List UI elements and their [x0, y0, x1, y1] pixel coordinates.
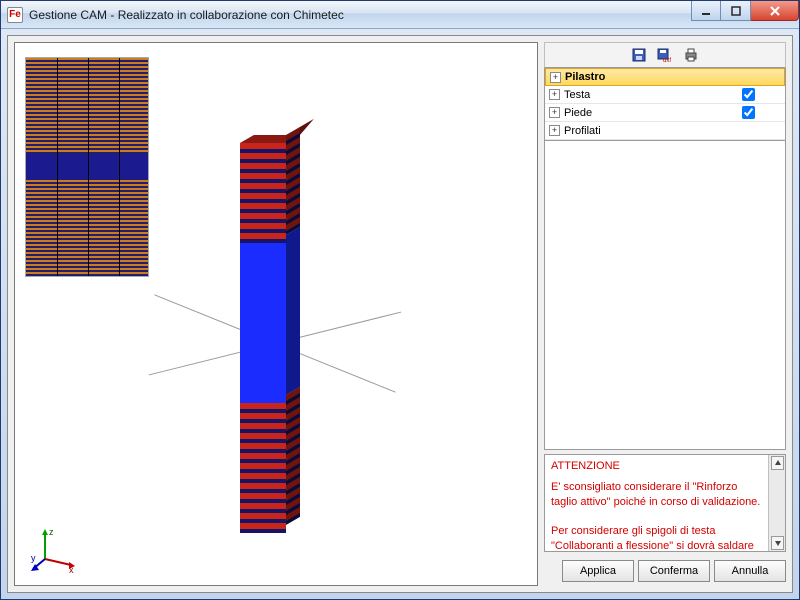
- tree-filler: [544, 141, 786, 450]
- client-area: z x y dxf: [7, 35, 793, 593]
- tree-item-testa[interactable]: + Testa: [545, 86, 785, 104]
- svg-text:dxf: dxf: [663, 58, 671, 63]
- expand-icon[interactable]: +: [549, 125, 560, 136]
- export-dxf-button[interactable]: dxf: [655, 45, 675, 65]
- tree-item-label: Piede: [564, 107, 592, 119]
- save-icon: [631, 47, 647, 63]
- save-button[interactable]: [629, 45, 649, 65]
- side-panel: dxf + Pilastro + Testa: [544, 42, 786, 586]
- window-controls: [691, 1, 799, 21]
- expand-icon[interactable]: +: [549, 89, 560, 100]
- warning-text: ATTENZIONE E' sconsigliato considerare i…: [545, 455, 768, 551]
- tree-item-label: Testa: [564, 89, 590, 101]
- viewport-3d[interactable]: z x y: [14, 42, 538, 586]
- warning-line: Per considerare gli spigoli di testa "Co…: [551, 525, 754, 551]
- tree-item-checkbox[interactable]: [742, 106, 755, 119]
- svg-text:x: x: [69, 565, 74, 573]
- tree-item-pilastro[interactable]: + Pilastro: [545, 68, 785, 86]
- tree-item-label: Profilati: [564, 125, 601, 137]
- minimize-button[interactable]: [691, 1, 721, 21]
- property-tree: + Pilastro + Testa + Piede: [544, 68, 786, 141]
- apply-button[interactable]: Applica: [562, 560, 634, 582]
- side-toolbar: dxf: [544, 42, 786, 68]
- column-3d-model: [240, 143, 320, 563]
- warning-scrollbar[interactable]: [768, 455, 785, 551]
- section-thumbnail: [25, 57, 149, 277]
- print-icon: [683, 47, 699, 63]
- scroll-down-icon[interactable]: [771, 536, 784, 550]
- tree-item-piede[interactable]: + Piede: [545, 104, 785, 122]
- axis-indicator: z x y: [31, 525, 79, 573]
- warning-panel: ATTENZIONE E' sconsigliato considerare i…: [544, 454, 786, 552]
- tree-item-checkbox[interactable]: [742, 88, 755, 101]
- window-title: Gestione CAM - Realizzato in collaborazi…: [29, 8, 344, 22]
- print-button[interactable]: [681, 45, 701, 65]
- tree-item-profilati[interactable]: + Profilati: [545, 122, 785, 140]
- app-icon: Fe: [7, 7, 23, 23]
- expand-icon[interactable]: +: [550, 72, 561, 83]
- warning-heading: ATTENZIONE: [551, 459, 762, 474]
- expand-icon[interactable]: +: [549, 107, 560, 118]
- maximize-button[interactable]: [721, 1, 751, 21]
- svg-text:y: y: [31, 553, 36, 563]
- tree-item-label: Pilastro: [565, 71, 605, 83]
- dialog-buttons: Applica Conferma Annulla: [544, 556, 786, 586]
- titlebar: Fe Gestione CAM - Realizzato in collabor…: [1, 1, 799, 29]
- scroll-up-icon[interactable]: [771, 456, 784, 470]
- cancel-button[interactable]: Annulla: [714, 560, 786, 582]
- warning-line: E' sconsigliato considerare il "Rinforzo…: [551, 481, 760, 508]
- close-button[interactable]: [751, 1, 799, 21]
- confirm-button[interactable]: Conferma: [638, 560, 710, 582]
- svg-text:z: z: [49, 527, 54, 537]
- save-as-icon: dxf: [657, 47, 673, 63]
- app-window: Fe Gestione CAM - Realizzato in collabor…: [0, 0, 800, 600]
